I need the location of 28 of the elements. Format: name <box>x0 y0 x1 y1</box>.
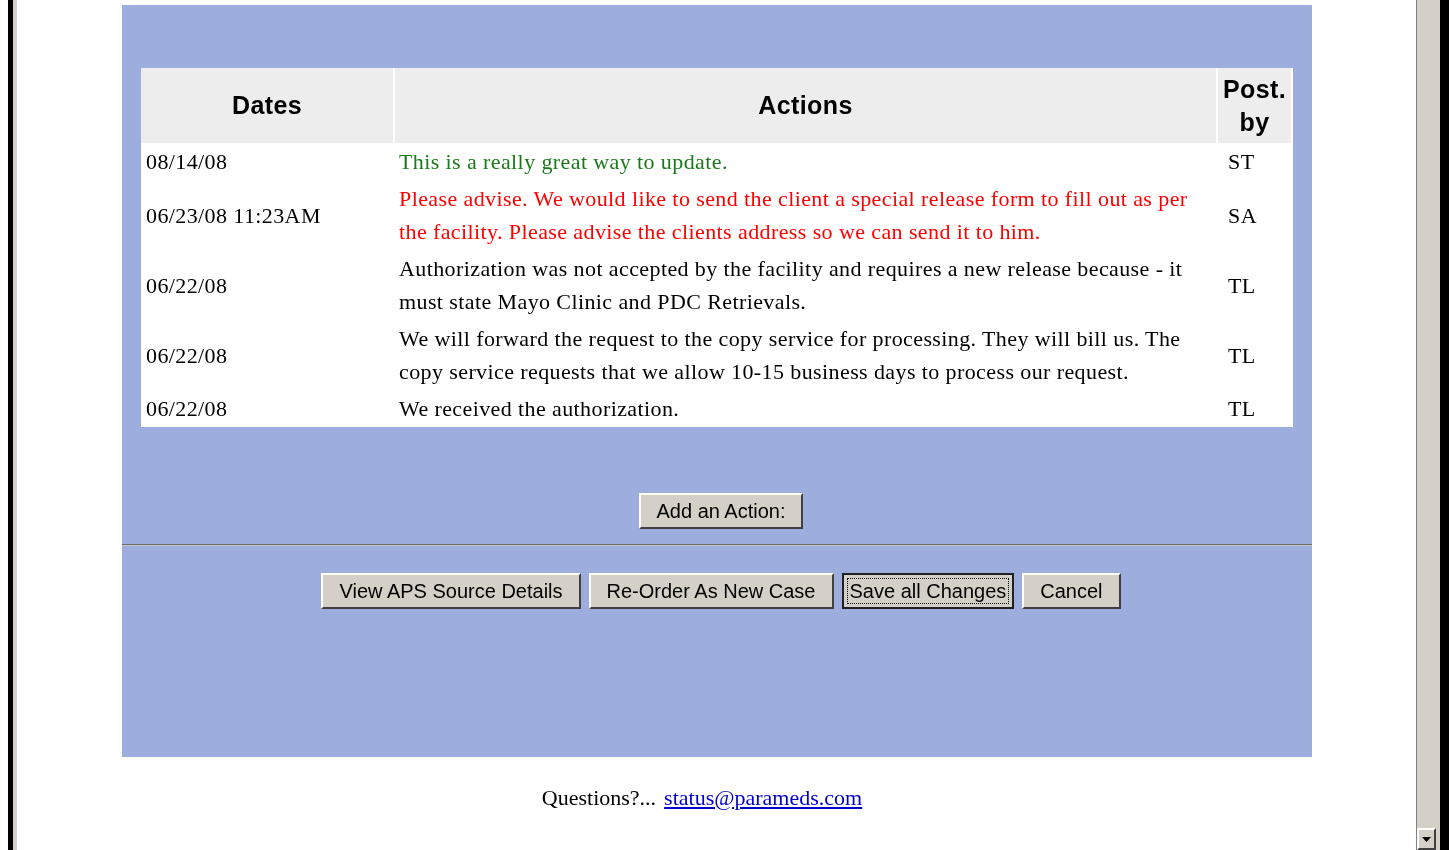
action-cell-text: Please advise. We would like to send the client a special release form to fill out as per the facility. Please advise the clients address so we can send it to him. <box>398 185 1189 246</box>
column-header: Actions <box>395 68 1218 143</box>
form-button[interactable]: View APS Source Details <box>321 573 581 609</box>
posted-by-cell-text: TL <box>1227 271 1257 300</box>
date-cell-text: 06/22/08 <box>145 341 229 370</box>
date-cell-text: 06/22/08 <box>145 271 229 300</box>
posted-by-cell-text: TL <box>1227 341 1257 370</box>
form-button[interactable]: Re-Order As New Case <box>588 573 834 609</box>
posted-by-cell-text: SA <box>1227 201 1258 230</box>
action-cell-text: We received the authorization. <box>398 395 681 423</box>
column-header: Post. by <box>1218 68 1293 143</box>
date-cell-text: 06/23/08 11:23AM <box>145 201 322 230</box>
footer-text: Questions?... <box>541 783 657 812</box>
action-cell-text: Authorization was not accepted by the facility and requires a new release because - it must state Mayo Clinic and PDC Retrievals. <box>398 255 1184 316</box>
email-link[interactable]: status@parameds.com <box>664 780 863 814</box>
add-action-button[interactable]: Add an Action: <box>638 493 804 529</box>
date-cell-text: 08/14/08 <box>145 148 229 176</box>
down-arrow-icon <box>1422 836 1431 842</box>
posted-by-cell-text: ST <box>1227 148 1256 176</box>
scroll-down-button[interactable] <box>1417 828 1436 850</box>
scrollbar[interactable] <box>1416 0 1436 850</box>
date-cell-text: 06/22/08 <box>145 395 229 423</box>
form-button[interactable]: Cancel <box>1022 573 1121 609</box>
action-cell-text: We will forward the request to the copy service for processing. They will bill us. The copy service requests that we allow 10-15 business days to process our request. <box>398 325 1182 386</box>
form-button[interactable]: Save all Changes <box>841 573 1015 609</box>
action-cell-text: This is a really great way to update. <box>398 148 729 176</box>
posted-by-cell-text: TL <box>1227 395 1257 423</box>
column-header: Dates <box>141 68 395 143</box>
